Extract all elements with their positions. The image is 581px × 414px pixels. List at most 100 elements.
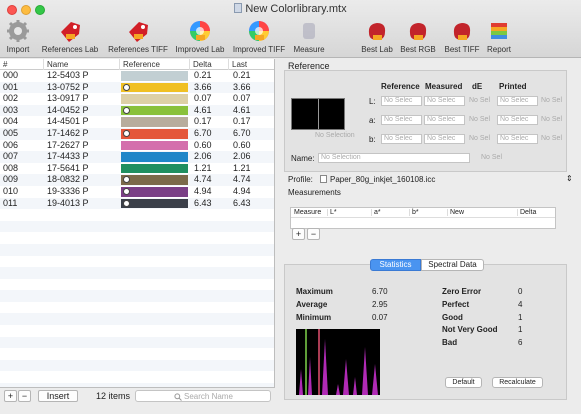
document-icon xyxy=(234,3,243,13)
reference-a-field[interactable]: No Selec xyxy=(381,115,422,125)
row-name: 17-5641 P xyxy=(47,162,89,173)
toolbar-improved-tiff-button[interactable]: Improved TIFF xyxy=(231,19,287,54)
toolbar-import-button[interactable]: Import xyxy=(6,19,30,54)
column-header-name[interactable]: Name xyxy=(44,59,120,70)
name-extra-value: No Sel xyxy=(481,154,503,161)
search-input[interactable]: Search Name xyxy=(135,390,271,402)
table-row[interactable]: 003 14-0452 P 4.61 4.61 xyxy=(0,104,274,117)
empty-row xyxy=(0,279,274,291)
remove-measurement-button[interactable]: − xyxy=(307,228,320,240)
table-row[interactable]: 010 19-3336 P 4.94 4.94 xyxy=(0,186,274,198)
table-row[interactable]: 005 17-1462 P 6.70 6.70 xyxy=(0,127,274,140)
delta-col[interactable]: Delta xyxy=(517,209,536,216)
table-row[interactable]: 009 18-0832 P 4.74 4.74 xyxy=(0,174,274,186)
table-row[interactable]: 000 12-5403 P 0.21 0.21 xyxy=(0,70,274,82)
new-col[interactable]: New xyxy=(447,209,464,216)
measured-a-field[interactable]: No Selec xyxy=(424,115,465,125)
col-printed-label: Printed xyxy=(499,82,527,91)
no-selection-label: No Selection xyxy=(315,132,355,139)
file-icon xyxy=(320,175,327,183)
l-col[interactable]: L* xyxy=(327,209,337,216)
column-header-delta[interactable]: Delta xyxy=(190,59,229,70)
toolbar-label: Best TIFF xyxy=(444,45,480,54)
toolbar-label: Improved Lab xyxy=(175,45,225,54)
average-label: Average xyxy=(296,300,328,309)
toolbar-references-tiff-button[interactable]: References TIFF xyxy=(106,19,170,54)
reference-panel: No Selection Reference Measured dE Print… xyxy=(284,70,567,172)
bad-label: Bad xyxy=(442,338,458,347)
table-row[interactable]: 001 13-0752 P 3.66 3.66 xyxy=(0,81,274,94)
toolbar-improved-lab-button[interactable]: Improved Lab xyxy=(173,19,227,54)
empty-row xyxy=(0,220,274,233)
out-of-gamut-icon xyxy=(123,106,130,114)
remove-row-button[interactable]: − xyxy=(18,390,31,402)
out-of-gamut-icon xyxy=(123,187,130,195)
row-last: 6.70 xyxy=(233,127,251,138)
row-name: 13-0752 P xyxy=(47,81,89,92)
toolbar-best-rgb-button[interactable]: Best RGB xyxy=(398,19,438,54)
a-label: a: xyxy=(369,116,376,125)
tab-spectral-data[interactable]: Spectral Data xyxy=(421,259,484,271)
toolbar-label: Best Lab xyxy=(361,45,393,54)
toolbar-report-button[interactable]: Report xyxy=(485,19,513,54)
toolbar-references-lab-button[interactable]: References Lab xyxy=(38,19,102,54)
reference-b-field[interactable]: No Selec xyxy=(381,134,422,144)
column-header-reference[interactable]: Reference xyxy=(120,59,190,70)
name-field[interactable]: No Selection xyxy=(318,153,470,163)
add-measurement-button[interactable]: + xyxy=(292,228,305,240)
item-count: 12 items xyxy=(96,391,131,401)
good-value: 1 xyxy=(518,313,523,322)
measure-col[interactable]: Measure xyxy=(294,209,321,216)
reference-l-field[interactable]: No Selec xyxy=(381,96,422,106)
b-col[interactable]: b* xyxy=(409,209,419,216)
printed-b-field[interactable]: No Selec xyxy=(497,134,538,144)
toolbar-best-tiff-button[interactable]: Best TIFF xyxy=(442,19,482,54)
row-last: 4.94 xyxy=(233,185,251,196)
measured-b-field[interactable]: No Selec xyxy=(424,134,465,144)
row-color-swatch xyxy=(121,175,188,185)
column-header-last[interactable]: Last xyxy=(229,59,274,70)
table-row[interactable]: 002 13-0917 P 0.07 0.07 xyxy=(0,93,274,105)
toolbar-best-lab-button[interactable]: Best Lab xyxy=(359,19,395,54)
row-last: 0.21 xyxy=(233,70,251,80)
out-of-gamut-icon xyxy=(123,176,130,184)
a-col[interactable]: a* xyxy=(371,209,381,216)
delta-histogram xyxy=(296,329,380,395)
table-row[interactable]: 006 17-2627 P 0.60 0.60 xyxy=(0,140,274,152)
row-delta: 0.21 xyxy=(194,70,212,80)
printed-l-field[interactable]: No Selec xyxy=(497,96,538,106)
recalculate-button[interactable]: Recalculate xyxy=(492,377,543,388)
bad-value: 6 xyxy=(518,338,523,347)
empty-row xyxy=(0,325,274,337)
insert-button[interactable]: Insert xyxy=(38,390,78,402)
table-row[interactable]: 007 17-4433 P 2.06 2.06 xyxy=(0,151,274,163)
measured-l-field[interactable]: No Selec xyxy=(424,96,465,106)
good-label: Good xyxy=(442,313,463,322)
row-last: 6.43 xyxy=(233,197,251,208)
histogram-graphic xyxy=(299,329,378,395)
perfect-value: 4 xyxy=(518,300,523,309)
not-very-good-label: Not Very Good xyxy=(442,325,498,334)
column-header-number[interactable]: # xyxy=(0,59,44,70)
tab-statistics[interactable]: Statistics xyxy=(370,259,421,271)
row-last: 4.61 xyxy=(233,104,251,115)
out-of-gamut-icon xyxy=(123,83,130,91)
empty-row xyxy=(0,267,274,279)
empty-row xyxy=(0,313,274,326)
empty-row xyxy=(0,302,274,314)
table-row[interactable]: 004 14-4501 P 0.17 0.17 xyxy=(0,116,274,128)
row-number: 010 xyxy=(3,185,19,196)
table-row[interactable]: 008 17-5641 P 1.21 1.21 xyxy=(0,163,274,175)
toolbar-label: Improved TIFF xyxy=(232,45,286,54)
default-button[interactable]: Default xyxy=(445,377,482,388)
row-delta: 4.74 xyxy=(194,174,212,185)
color-wheel-icon xyxy=(188,19,212,43)
row-color-swatch xyxy=(121,128,188,139)
name-label: Name: xyxy=(291,154,315,163)
printed-a-field[interactable]: No Selec xyxy=(497,115,538,125)
add-row-button[interactable]: + xyxy=(4,390,17,402)
toolbar-measure-button[interactable]: Measure xyxy=(291,19,327,54)
table-row[interactable]: 011 19-4013 P 6.43 6.43 xyxy=(0,197,274,210)
profile-popup[interactable]: Paper_80g_inkjet_160108.icc ⇕ xyxy=(320,174,577,185)
row-number: 004 xyxy=(3,116,19,127)
